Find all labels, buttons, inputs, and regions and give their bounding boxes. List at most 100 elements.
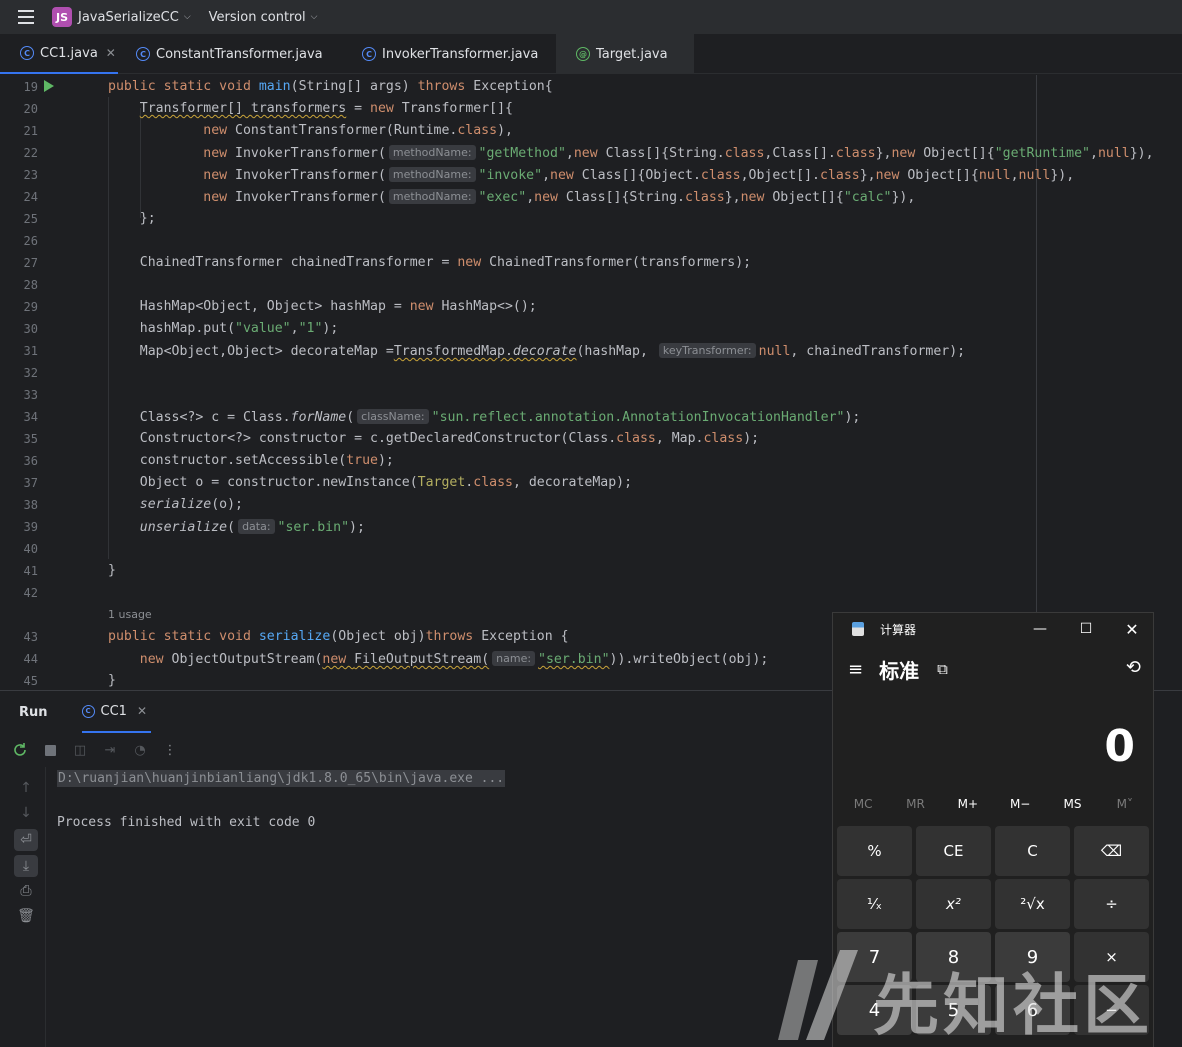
digit-5-key[interactable]: 5 [916,985,991,1035]
usage-hint[interactable]: 1 usage [108,608,152,621]
scroll-to-end-icon[interactable]: ⤓ [14,855,38,877]
tab-target-java[interactable]: @ Target.java [556,34,694,74]
code-line: HashMap<Object, Object> hashMap = new Ha… [108,299,537,314]
percent-key[interactable]: % [837,826,912,876]
line-number: 34 [23,410,38,424]
line-number: 35 [23,432,38,446]
line-number: 45 [23,674,38,688]
digit-6-key[interactable]: 6 [995,985,1070,1035]
memory-clear-button[interactable]: MC [837,797,889,819]
code-line: ChainedTransformer chainedTransformer = … [108,255,752,270]
minimize-button[interactable]: — [1017,613,1063,645]
parameter-hint: methodName: [388,167,476,182]
version-control-menu[interactable]: Version control ⌵ [209,10,318,25]
maximize-button[interactable]: ☐ [1063,613,1109,645]
rerun-icon[interactable] [11,741,29,759]
run-title: Run [19,704,48,720]
project-selector[interactable]: JS JavaSerializeCC ⌵ [52,7,191,27]
run-side-toolbar: ↑ ↓ ⏎ ⤓ ⎙ 🗑 [0,767,46,1047]
trash-icon[interactable]: 🗑 [14,905,38,927]
line-number: 37 [23,476,38,490]
reciprocal-key[interactable]: ¹⁄ₓ [837,879,912,929]
close-icon[interactable]: ✕ [106,46,116,60]
line-number: 40 [23,542,38,556]
memory-recall-button[interactable]: MR [889,797,941,819]
line-number: 41 [23,564,38,578]
arrow-up-icon[interactable]: ↑ [14,777,38,799]
exit-icon[interactable]: ⇥ [101,741,119,759]
chevron-down-icon: ⌵ [310,12,318,22]
more-options-icon[interactable]: ⋮ [161,741,179,759]
print-icon[interactable]: ⎙ [14,880,38,902]
arrow-down-icon[interactable]: ↓ [14,802,38,824]
line-number: 39 [23,520,38,534]
tab-invoker-transformer[interactable]: C InvokerTransformer.java [342,34,538,74]
parameter-hint: keyTransformer: [658,343,756,358]
line-number: 28 [23,278,38,292]
subtract-key[interactable]: − [1074,985,1149,1035]
code-line: new InvokerTransformer(methodName: "exec"… [203,189,916,205]
line-number: 43 [23,630,38,644]
run-tab-cc1[interactable]: C CC1 ✕ [81,691,152,733]
memory-store-button[interactable]: MS [1046,797,1098,819]
line-number: 23 [23,168,38,182]
class-icon: C [136,47,150,61]
code-line: serialize(o); [139,497,243,512]
digit-9-key[interactable]: 9 [995,932,1070,982]
main-menu-button[interactable] [0,0,52,34]
calculator-header: ≡ 标准 ⧉ ⟲ [833,651,1153,687]
line-number: 31 [23,344,38,358]
clear-entry-key[interactable]: CE [916,826,991,876]
line-number: 25 [23,212,38,226]
memory-subtract-button[interactable]: M− [994,797,1046,819]
digit-8-key[interactable]: 8 [916,932,991,982]
memory-list-button[interactable]: M˅ [1099,797,1151,819]
console-command-line[interactable]: D:\ruanjian\huanjinbianliang\jdk1.8.0_65… [57,770,506,787]
line-number: 22 [23,146,38,160]
line-number: 36 [23,454,38,468]
square-root-key[interactable]: ²√x [995,879,1070,929]
code-line: Constructor<?> constructor = c.getDeclar… [108,431,760,446]
close-button[interactable]: ✕ [1109,613,1153,645]
soft-wrap-icon[interactable]: ⏎ [14,829,38,851]
multiply-key[interactable]: × [1074,932,1149,982]
code-line: Transformer[] transformers = new Transfo… [139,101,513,116]
gauge-icon[interactable]: ◔ [131,741,149,759]
annotation-icon: @ [576,47,590,61]
code-line: unserialize(data: "ser.bin"); [139,519,365,535]
divide-key[interactable]: ÷ [1074,879,1149,929]
hamburger-icon[interactable]: ≡ [848,659,863,680]
keep-on-top-icon[interactable]: ⧉ [937,660,948,678]
line-number: 32 [23,366,38,380]
run-tab-label: CC1 [100,703,127,719]
tab-cc1-java[interactable]: C CC1.java ✕ [0,34,118,74]
line-number: 19 [23,80,38,94]
close-icon[interactable]: ✕ [137,704,147,718]
memory-row: MC MR M+ M− MS M˅ [837,797,1151,819]
history-icon[interactable]: ⟲ [1126,657,1141,678]
parameter-hint: methodName: [388,145,476,160]
calculator-mode: 标准 [879,658,920,683]
code-line: } [108,563,116,578]
camera-icon[interactable]: ◫ [71,741,89,759]
project-name: JavaSerializeCC [78,9,179,25]
title-bar: JS JavaSerializeCC ⌵ Version control ⌵ [0,0,1182,34]
digit-7-key[interactable]: 7 [837,932,912,982]
backspace-key[interactable]: ⌫ [1074,826,1149,876]
square-key[interactable]: x² [916,879,991,929]
tab-constant-transformer[interactable]: C ConstantTransformer.java [116,34,323,74]
memory-add-button[interactable]: M+ [942,797,994,819]
code-editor[interactable]: 19 20 21 22 23 24 25 26 27 28 29 30 31 3… [0,75,1182,689]
class-icon: C [81,704,95,718]
line-number: 33 [23,388,38,402]
line-number: 42 [23,586,38,600]
tab-label: CC1.java [40,45,98,61]
run-gutter-icon[interactable] [44,80,54,92]
code-line: new ConstantTransformer(Runtime.class), [203,123,513,138]
clear-key[interactable]: C [995,826,1070,876]
project-badge: JS [52,7,72,27]
tab-label: Target.java [596,46,668,62]
code-line: } [108,673,116,688]
stop-icon[interactable] [41,741,59,759]
digit-4-key[interactable]: 4 [837,985,912,1035]
